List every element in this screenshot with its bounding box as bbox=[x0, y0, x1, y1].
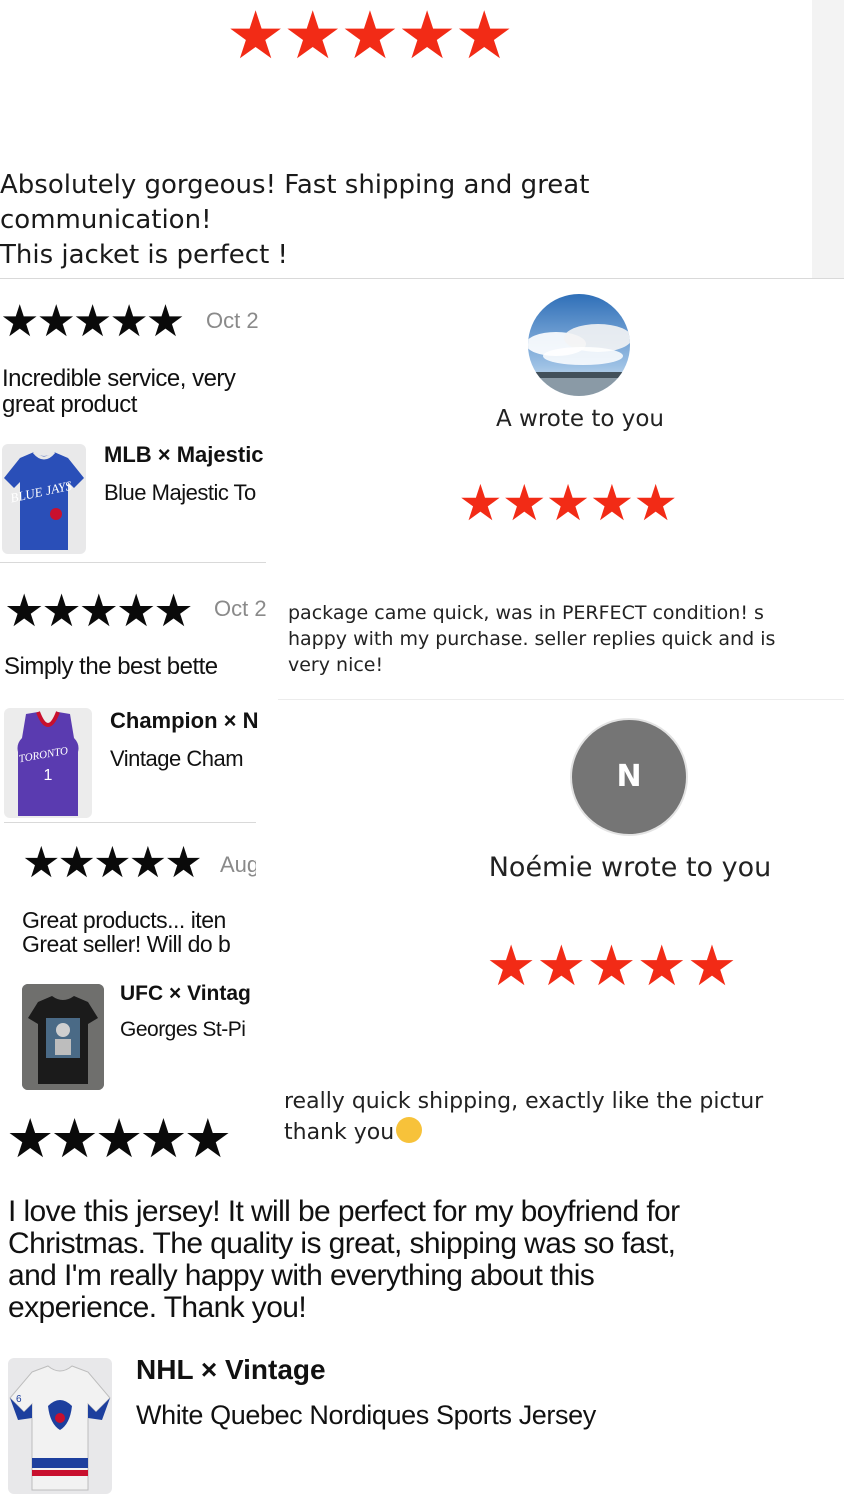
message-author: A wrote to you bbox=[495, 406, 665, 432]
bottom-review-text: I love this jersey! It will be perfect f… bbox=[8, 1196, 680, 1324]
letter-avatar[interactable]: N bbox=[570, 718, 688, 836]
item-brand[interactable]: UFC × Vintag bbox=[120, 982, 251, 1006]
review-date: Oct 2 bbox=[214, 596, 266, 621]
review-line: Christmas. The quality is great, shippin… bbox=[8, 1227, 676, 1260]
left-review-3: ★★★★★ Aug Great products... iten Great s… bbox=[0, 824, 256, 1094]
review-text: Great products... iten Great seller! Wil… bbox=[22, 907, 231, 957]
message-line: thank you bbox=[284, 1120, 395, 1145]
review-date: Aug bbox=[220, 852, 256, 877]
top-review-text: Absolutely gorgeous! Fast shipping and g… bbox=[0, 168, 589, 273]
review-line: communication! bbox=[0, 205, 212, 235]
message-text: really quick shipping, exactly like the … bbox=[284, 1086, 763, 1148]
review-date: Oct 2 bbox=[206, 308, 259, 333]
top-review: ★★★★★ Absolutely gorgeous! Fast shipping… bbox=[0, 0, 812, 278]
svg-text:1: 1 bbox=[44, 767, 53, 784]
avatar-letter: N bbox=[616, 759, 642, 794]
blue-jays-jersey-icon[interactable]: BLUE JAYS bbox=[2, 444, 86, 554]
yum-emoji-icon: 😋 bbox=[396, 1117, 423, 1143]
review-text: Simply the best bette bbox=[4, 654, 218, 680]
review-text: Incredible service, very great product bbox=[2, 365, 236, 418]
right-gray-strip bbox=[812, 0, 844, 278]
review-stars: ★★★★★ bbox=[0, 297, 185, 346]
item-brand[interactable]: NHL × Vintage bbox=[136, 1354, 326, 1386]
left-review-1: ★★★★★ Oct 2 Incredible service, very gre… bbox=[0, 280, 266, 562]
message-text: package came quick, was in PERFECT condi… bbox=[288, 600, 775, 678]
review-line: experience. Thank you! bbox=[8, 1291, 307, 1324]
review-line: This jacket is perfect ! bbox=[0, 240, 288, 270]
message-line: package came quick, was in PERFECT condi… bbox=[288, 602, 764, 624]
review-line: Incredible service, very bbox=[2, 365, 236, 392]
message-card-2: N Noémie wrote to you ★★★★★ really quick… bbox=[270, 702, 844, 1172]
sky-photo-avatar[interactable] bbox=[528, 294, 630, 396]
divider bbox=[0, 562, 266, 563]
item-brand[interactable]: Champion × N bbox=[110, 708, 259, 734]
review-line: I love this jersey! It will be perfect f… bbox=[8, 1195, 680, 1228]
left-review-2: ★★★★★ Oct 2 Simply the best bette TORONT… bbox=[0, 564, 266, 822]
divider bbox=[278, 699, 844, 700]
message-line: happy with my purchase. seller replies q… bbox=[288, 628, 776, 650]
ufc-tshirt-icon[interactable] bbox=[22, 984, 104, 1090]
message-stars: ★★★★★ bbox=[486, 934, 738, 997]
svg-text:6: 6 bbox=[16, 1394, 22, 1405]
item-title[interactable]: Georges St-Pi bbox=[120, 1018, 246, 1042]
divider bbox=[0, 278, 844, 279]
review-line: great product bbox=[2, 391, 137, 418]
message-line: really quick shipping, exactly like the … bbox=[284, 1089, 764, 1114]
bottom-review: ★★★★★ bbox=[0, 1096, 270, 1176]
item-brand[interactable]: MLB × Majestic bbox=[104, 442, 264, 468]
item-title[interactable]: White Quebec Nordiques Sports Jersey bbox=[136, 1400, 596, 1431]
item-title[interactable]: Vintage Cham bbox=[110, 746, 244, 772]
review-line: Simply the best bette bbox=[4, 653, 218, 680]
review-line: Great seller! Will do b bbox=[22, 931, 231, 957]
review-line: Absolutely gorgeous! Fast shipping and g… bbox=[0, 170, 590, 200]
review-stars: ★★★★★ bbox=[6, 1109, 232, 1169]
message-line: very nice! bbox=[288, 654, 384, 676]
message-stars: ★★★★★ bbox=[458, 475, 678, 531]
item-title[interactable]: Blue Majestic To bbox=[104, 480, 256, 506]
review-line: Great products... iten bbox=[22, 907, 226, 933]
top-review-stars: ★★★★★ bbox=[226, 0, 514, 72]
review-stars: ★★★★★ bbox=[22, 839, 203, 887]
raptors-jersey-icon[interactable]: TORONTO 1 bbox=[4, 708, 92, 818]
divider bbox=[4, 822, 256, 823]
nordiques-jersey-icon[interactable]: 6 bbox=[8, 1358, 112, 1494]
review-line: and I'm really happy with everything abo… bbox=[8, 1259, 595, 1292]
message-card-1: A wrote to you ★★★★★ package came quick,… bbox=[278, 282, 844, 698]
message-author: Noémie wrote to you bbox=[488, 852, 772, 883]
review-stars: ★★★★★ bbox=[4, 585, 194, 636]
